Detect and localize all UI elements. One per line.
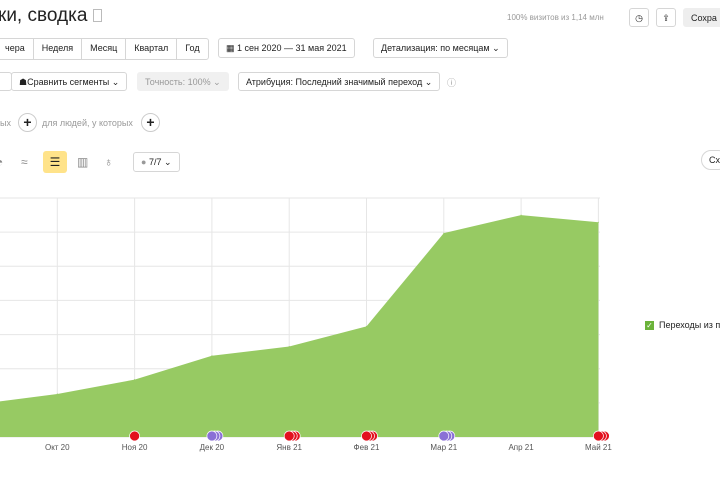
x-tick-label: Дек 20 bbox=[200, 443, 225, 452]
comment-icon: ● bbox=[141, 157, 147, 167]
annotation-marker bbox=[438, 430, 450, 442]
period-yesterday[interactable]: чера bbox=[0, 39, 34, 59]
pie-chart-icon[interactable]: ◔ bbox=[0, 155, 3, 169]
people-filter-label: для людей, у которых bbox=[42, 118, 133, 128]
x-tick-label: Янв 21 bbox=[276, 443, 302, 452]
annotation-marker bbox=[283, 430, 295, 442]
filter-label: ых bbox=[0, 118, 11, 128]
attribution-dropdown[interactable]: Атрибуция: Последний значимый переход ⌄ bbox=[238, 72, 441, 91]
data-point bbox=[443, 232, 445, 234]
annotation-marker bbox=[361, 430, 372, 442]
x-tick-label: Май 21 bbox=[585, 443, 612, 452]
period-selector: чера Неделя Месяц Квартал Год bbox=[0, 38, 209, 60]
period-year[interactable]: Год bbox=[177, 39, 207, 59]
data-point bbox=[366, 325, 367, 327]
date-range-button[interactable]: ▦ 1 сен 2020 — 31 мая 2021 bbox=[218, 38, 355, 58]
x-tick-label: Фев 21 bbox=[354, 443, 380, 452]
x-tick-label: Мар 21 bbox=[430, 443, 457, 452]
area-chart: Окт 20 Ноя 20 Дек 20 Янв 21 Фев 21 Мар 21 Апр … bbox=[0, 197, 612, 452]
x-tick-label: Окт 20 bbox=[45, 443, 70, 452]
line-chart-icon[interactable]: ≈ bbox=[21, 155, 28, 169]
period-quarter[interactable]: Квартал bbox=[126, 39, 178, 59]
history-icon[interactable]: ◷ bbox=[629, 8, 649, 27]
add-people-filter-button[interactable]: + bbox=[141, 113, 160, 132]
bar-chart-icon[interactable]: ▥ bbox=[77, 155, 88, 169]
legend-item[interactable]: ✓ Переходы из п bbox=[645, 320, 720, 330]
page-title: ки, сводка bbox=[0, 5, 103, 27]
compare-segments-dropdown[interactable]: ☗Сравнить сегменты ⌄ bbox=[11, 72, 128, 91]
checkbox-icon[interactable]: ✓ bbox=[645, 320, 654, 330]
period-month[interactable]: Месяц bbox=[82, 39, 127, 59]
export-icon[interactable]: ⇪ bbox=[656, 8, 676, 27]
annotation-marker bbox=[593, 430, 604, 442]
area-chart-icon[interactable]: ☰ bbox=[43, 151, 67, 173]
annotation-marker bbox=[129, 430, 140, 442]
accuracy-dropdown[interactable]: Точность: 100% ⌄ bbox=[137, 72, 229, 91]
save-button[interactable]: Сохра bbox=[683, 8, 720, 27]
annotation-marker bbox=[206, 430, 218, 442]
bookmark-icon[interactable] bbox=[93, 9, 103, 23]
x-tick-label: Апр 21 bbox=[508, 443, 534, 452]
help-icon[interactable]: ⓘ bbox=[447, 76, 456, 89]
data-point bbox=[56, 393, 58, 395]
right-button[interactable]: Сх bbox=[701, 150, 720, 170]
calendar-icon: ▦ bbox=[226, 43, 238, 53]
period-week[interactable]: Неделя bbox=[34, 39, 83, 59]
detail-dropdown[interactable]: Детализация: по месяцам ⌄ bbox=[373, 38, 508, 58]
data-point bbox=[134, 379, 136, 381]
data-point bbox=[211, 355, 213, 357]
annotations-dropdown[interactable]: ● 7/7 ⌄ bbox=[133, 152, 180, 172]
add-filter-button[interactable]: + bbox=[18, 113, 37, 132]
data-point bbox=[288, 346, 290, 348]
sample-info: 100% визитов из 1,14 млн bbox=[507, 13, 604, 22]
data-point bbox=[597, 221, 599, 223]
legend-label: Переходы из п bbox=[659, 320, 720, 330]
data-point bbox=[520, 214, 522, 216]
map-icon[interactable]: ♁ bbox=[104, 155, 113, 169]
x-tick-label: Ноя 20 bbox=[122, 443, 148, 452]
segments-icon: ☗ bbox=[19, 77, 28, 87]
series-area bbox=[0, 215, 599, 437]
